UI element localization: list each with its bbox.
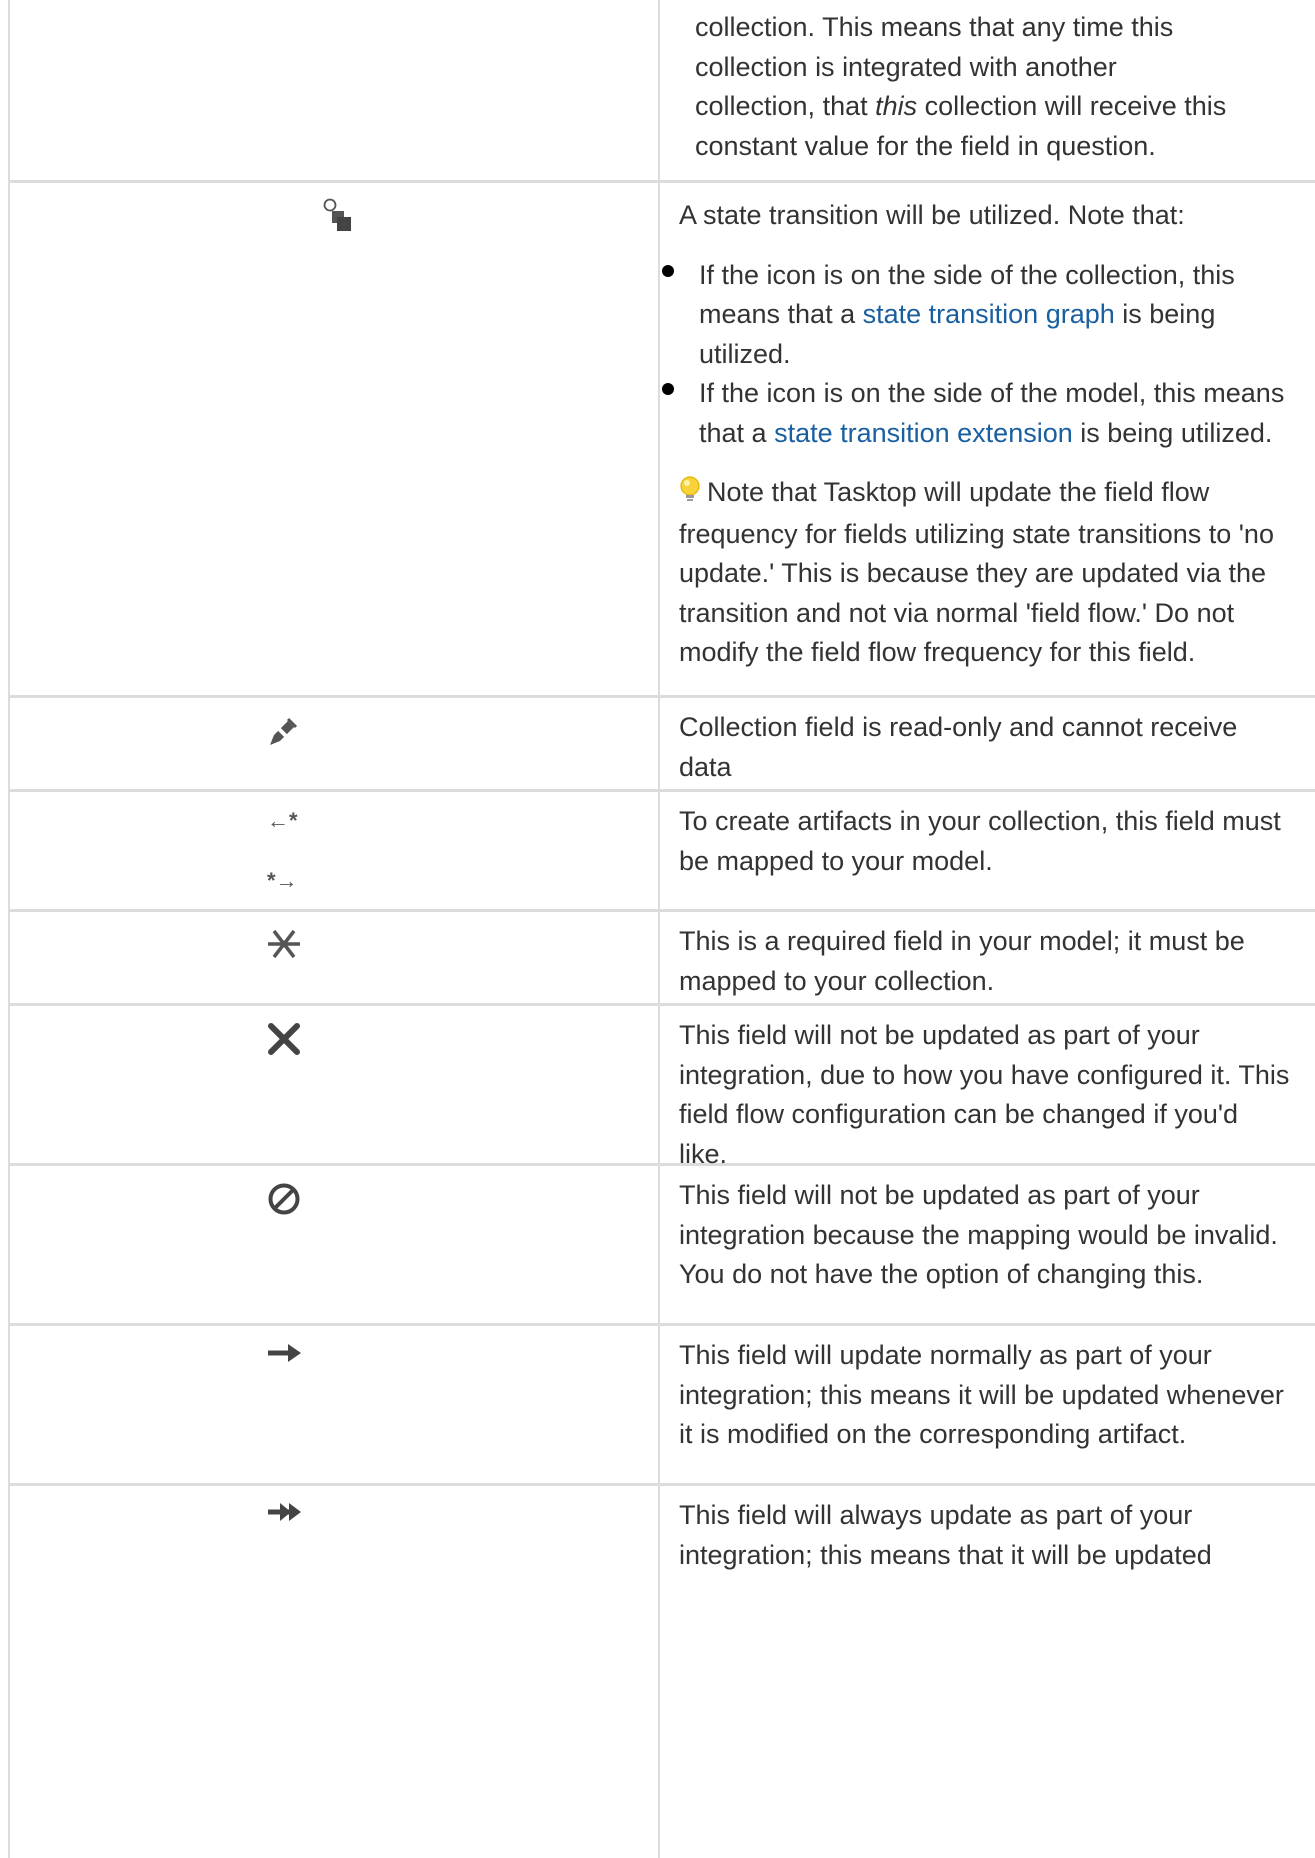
left-arrow-asterisk-icon: ←* (267, 808, 298, 833)
description-line: collection, that this collection will re… (695, 91, 1227, 121)
list-item: If the icon is on the side of the collec… (662, 256, 1291, 375)
list-item: If the icon is on the side of the model,… (662, 374, 1291, 453)
state-transition-icon (323, 198, 353, 234)
bullet-list: If the icon is on the side of the collec… (662, 256, 1291, 454)
description-text: Collection field is read-only and cannot… (679, 712, 1238, 782)
description-text: This field will not be updated as part o… (679, 1180, 1278, 1289)
description-cell: Collection field is read-only and cannot… (679, 708, 1291, 787)
asterisk-right-arrow-icon: *→ (267, 868, 298, 893)
row-divider (10, 1483, 1315, 1486)
row-divider (10, 789, 1315, 792)
row-divider (10, 1323, 1315, 1326)
x-icon (267, 1022, 301, 1056)
row-divider (10, 1003, 1315, 1006)
description-cell: A state transition will be utilized. Not… (662, 196, 1291, 673)
description-cell: To create artifacts in your collection, … (679, 802, 1291, 881)
description-line: collection is integrated with another (695, 51, 1117, 82)
required-asterisk-icon (266, 928, 302, 960)
description-cell: This field will update normally as part … (679, 1336, 1291, 1455)
lightbulb-icon (679, 475, 701, 515)
description-cell: collection. This means that any time thi… (695, 8, 1295, 166)
description-cell: This is a required field in your model; … (679, 922, 1291, 1001)
state-transition-graph-link[interactable]: state transition graph (863, 299, 1115, 329)
note-paragraph: Note that Tasktop will update the field … (679, 475, 1274, 667)
emphasis-text: this (875, 91, 918, 121)
description-cell: This field will always update as part of… (679, 1496, 1291, 1575)
row-divider (10, 695, 1315, 698)
right-arrow-icon (266, 1342, 302, 1364)
read-only-pencil-icon (266, 714, 302, 750)
description-text: This is a required field in your model; … (679, 926, 1245, 996)
description-text: This field will update normally as part … (679, 1340, 1284, 1449)
prohibited-icon (267, 1182, 301, 1216)
left-border (8, 0, 10, 1858)
description-cell: This field will not be updated as part o… (679, 1016, 1291, 1174)
description-line: constant value for the field in question… (695, 130, 1156, 161)
description-cell: This field will not be updated as part o… (679, 1176, 1291, 1295)
double-right-arrow-icon (266, 1501, 302, 1523)
description-text: To create artifacts in your collection, … (679, 806, 1281, 876)
state-transition-extension-link[interactable]: state transition extension (774, 418, 1073, 448)
row-divider (10, 180, 1315, 183)
description-line: collection. This means that any time thi… (695, 12, 1174, 42)
column-divider (658, 0, 660, 1858)
row-divider (10, 909, 1315, 912)
description-text: This field will always update as part of… (679, 1500, 1212, 1570)
description-intro: A state transition will be utilized. Not… (679, 200, 1185, 230)
description-text: This field will not be updated as part o… (679, 1020, 1290, 1169)
